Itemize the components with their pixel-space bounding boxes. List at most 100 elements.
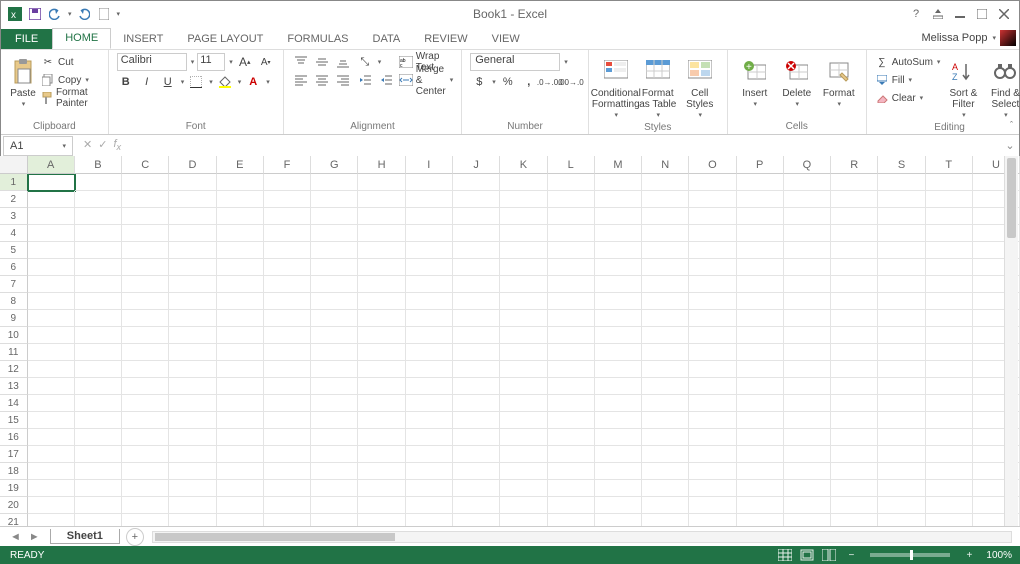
cell[interactable] [500, 514, 547, 526]
cell[interactable] [28, 480, 75, 497]
column-header[interactable]: Q [784, 156, 831, 174]
cell[interactable] [784, 242, 831, 259]
align-left-button[interactable] [292, 71, 310, 89]
cell[interactable] [406, 225, 453, 242]
cell[interactable] [548, 480, 595, 497]
normal-view-button[interactable] [776, 548, 794, 562]
column-header[interactable]: C [122, 156, 169, 174]
row-header[interactable]: 20 [0, 497, 28, 514]
cell[interactable] [406, 174, 453, 191]
grow-font-button[interactable]: A▴ [236, 53, 254, 71]
tab-home[interactable]: HOME [52, 28, 111, 49]
cell[interactable] [311, 395, 358, 412]
cell[interactable] [75, 191, 122, 208]
cell[interactable] [878, 497, 925, 514]
cell[interactable] [926, 191, 973, 208]
cell[interactable] [926, 395, 973, 412]
cell[interactable] [878, 480, 925, 497]
cell[interactable] [926, 242, 973, 259]
cell[interactable] [453, 327, 500, 344]
cell[interactable] [737, 463, 784, 480]
cell[interactable] [689, 276, 736, 293]
cell[interactable] [122, 225, 169, 242]
cell[interactable] [926, 361, 973, 378]
cell[interactable] [642, 293, 689, 310]
cell[interactable] [453, 514, 500, 526]
cell[interactable] [122, 412, 169, 429]
cell[interactable] [642, 327, 689, 344]
cell[interactable] [75, 259, 122, 276]
cell[interactable] [311, 378, 358, 395]
column-header[interactable]: J [453, 156, 500, 174]
undo-split-icon[interactable]: ▾ [68, 10, 72, 18]
cell[interactable] [831, 412, 878, 429]
cell[interactable] [878, 327, 925, 344]
cell[interactable] [169, 395, 216, 412]
cell[interactable] [28, 327, 75, 344]
column-header[interactable]: E [217, 156, 264, 174]
cell[interactable] [689, 242, 736, 259]
cell[interactable] [217, 208, 264, 225]
cell[interactable] [595, 361, 642, 378]
cell[interactable] [217, 361, 264, 378]
font-color-button[interactable]: A [244, 73, 262, 91]
cell[interactable] [878, 276, 925, 293]
cell[interactable] [169, 378, 216, 395]
cell[interactable] [122, 361, 169, 378]
cell[interactable] [689, 361, 736, 378]
cell[interactable] [689, 446, 736, 463]
sort-filter-button[interactable]: AZSort & Filter▾ [944, 54, 982, 120]
cell[interactable] [264, 446, 311, 463]
row-header[interactable]: 7 [0, 276, 28, 293]
cell[interactable] [642, 276, 689, 293]
cell[interactable] [122, 293, 169, 310]
cell[interactable] [122, 259, 169, 276]
cell[interactable] [500, 225, 547, 242]
cell[interactable] [500, 310, 547, 327]
cell[interactable] [595, 497, 642, 514]
column-header[interactable]: R [831, 156, 878, 174]
cell[interactable] [831, 429, 878, 446]
cell[interactable] [28, 514, 75, 526]
cell[interactable] [595, 259, 642, 276]
cell[interactable] [595, 276, 642, 293]
cell[interactable] [548, 395, 595, 412]
cell[interactable] [642, 208, 689, 225]
cell[interactable] [358, 225, 405, 242]
column-header[interactable]: G [311, 156, 358, 174]
cell[interactable] [122, 276, 169, 293]
cell[interactable] [453, 480, 500, 497]
cell[interactable] [831, 395, 878, 412]
cell[interactable] [358, 310, 405, 327]
tab-review[interactable]: REVIEW [412, 30, 479, 49]
scrollbar-thumb[interactable] [1007, 158, 1016, 238]
column-header[interactable]: M [595, 156, 642, 174]
cell[interactable] [548, 327, 595, 344]
page-break-view-button[interactable] [820, 548, 838, 562]
help-icon[interactable]: ? [909, 7, 923, 21]
cell[interactable] [689, 463, 736, 480]
cell[interactable] [548, 191, 595, 208]
cell[interactable] [217, 497, 264, 514]
cell[interactable] [75, 293, 122, 310]
delete-cells-button[interactable]: Delete▾ [778, 54, 816, 119]
cell[interactable] [737, 412, 784, 429]
cell[interactable] [453, 446, 500, 463]
cell[interactable] [169, 361, 216, 378]
cell[interactable] [689, 514, 736, 526]
cell[interactable] [548, 174, 595, 191]
cell[interactable] [311, 327, 358, 344]
cell[interactable] [264, 480, 311, 497]
cell[interactable] [453, 412, 500, 429]
cell[interactable] [28, 361, 75, 378]
cell[interactable] [264, 514, 311, 526]
format-painter-button[interactable]: Format Painter [41, 90, 100, 106]
cell[interactable] [737, 361, 784, 378]
cell[interactable] [926, 225, 973, 242]
cell[interactable] [406, 191, 453, 208]
new-sheet-button[interactable]: + [126, 528, 144, 546]
paste-button[interactable]: Paste▾ [9, 54, 37, 119]
cell[interactable] [358, 293, 405, 310]
cell[interactable] [689, 395, 736, 412]
cell[interactable] [122, 174, 169, 191]
